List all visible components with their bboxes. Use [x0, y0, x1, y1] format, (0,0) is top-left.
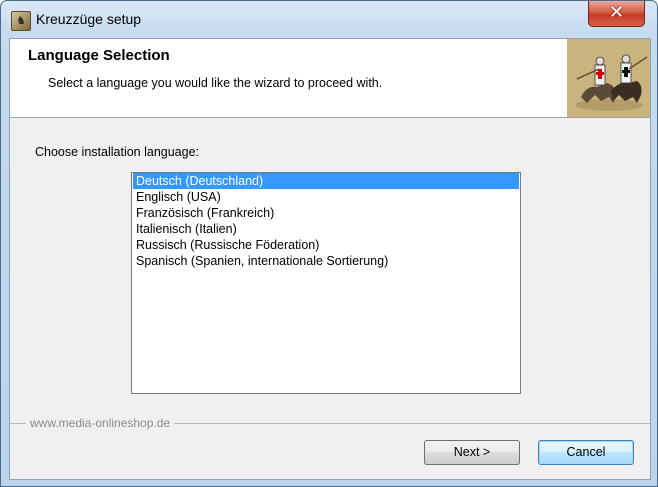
page-title: Language Selection	[28, 47, 170, 64]
cancel-button[interactable]: Cancel	[538, 440, 634, 465]
language-option-german[interactable]: Deutsch (Deutschland)	[133, 173, 519, 189]
page-subtitle: Select a language you would like the wiz…	[48, 76, 383, 90]
crusader-knights-image	[567, 39, 650, 117]
language-listbox[interactable]: Deutsch (Deutschland) Englisch (USA) Fra…	[131, 172, 521, 394]
next-button[interactable]: Next >	[424, 440, 520, 465]
choose-language-label: Choose installation language:	[35, 145, 200, 159]
title-bar[interactable]: ♞ Kreuzzüge setup ✕	[1, 1, 657, 38]
window-title: Kreuzzüge setup	[36, 11, 142, 27]
language-option-french[interactable]: Französisch (Frankreich)	[133, 205, 519, 221]
language-option-spanish[interactable]: Spanisch (Spanien, internationale Sortie…	[133, 253, 519, 269]
language-option-english[interactable]: Englisch (USA)	[133, 189, 519, 205]
branding-text: www.media-onlineshop.de	[26, 416, 175, 430]
setup-window: ♞ Kreuzzüge setup ✕ Language Selection S…	[0, 0, 658, 487]
wizard-client-area: Language Selection Select a language you…	[9, 38, 651, 480]
language-option-russian[interactable]: Russisch (Russische Föderation)	[133, 237, 519, 253]
close-button[interactable]: ✕	[588, 1, 645, 27]
knight-icon: ♞	[11, 11, 31, 31]
language-option-italian[interactable]: Italienisch (Italien)	[133, 221, 519, 237]
wizard-header: Language Selection Select a language you…	[10, 39, 650, 118]
crusader-knights-icon	[567, 39, 650, 117]
